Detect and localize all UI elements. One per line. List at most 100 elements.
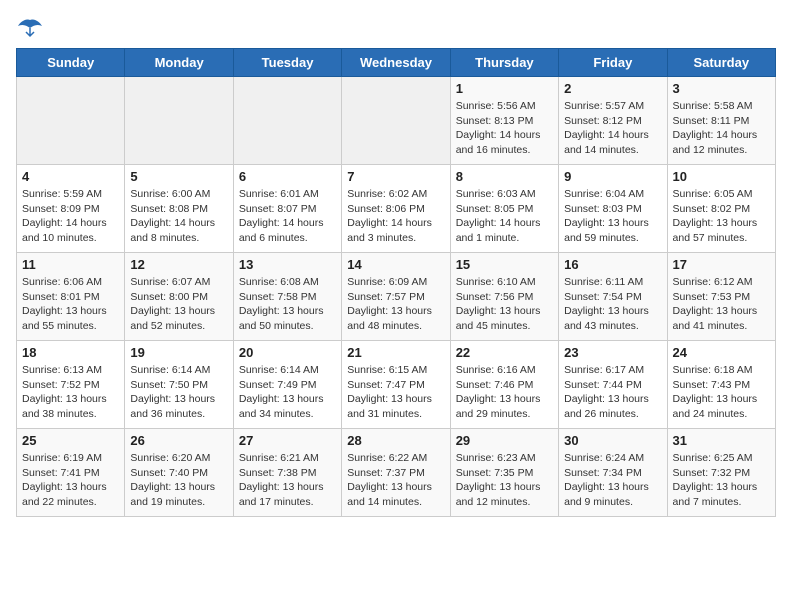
calendar-week-4: 18 Sunrise: 6:13 AM Sunset: 7:52 PM Dayli… [17,341,776,429]
day-number: 1 [456,81,553,96]
day-number: 26 [130,433,227,448]
day-number: 18 [22,345,119,360]
calendar-header: SundayMondayTuesdayWednesdayThursdayFrid… [17,49,776,77]
day-number: 9 [564,169,661,184]
day-number: 8 [456,169,553,184]
calendar-week-1: 1 Sunrise: 5:56 AM Sunset: 8:13 PM Daylig… [17,77,776,165]
day-info: Sunrise: 6:07 AM Sunset: 8:00 PM Dayligh… [130,275,227,334]
calendar-cell: 27Sunrise: 6:21 AM Sunset: 7:38 PM Dayli… [233,429,341,517]
day-info: Sunrise: 6:05 AM Sunset: 8:02 PM Dayligh… [673,187,770,246]
day-info: Sunrise: 6:15 AM Sunset: 7:47 PM Dayligh… [347,363,444,422]
day-number: 29 [456,433,553,448]
day-info: Sunrise: 6:18 AM Sunset: 7:43 PM Dayligh… [673,363,770,422]
day-number: 16 [564,257,661,272]
calendar-cell: 28Sunrise: 6:22 AM Sunset: 7:37 PM Dayli… [342,429,450,517]
calendar-cell: 1 Sunrise: 5:56 AM Sunset: 8:13 PM Daylig… [450,77,558,165]
day-number: 23 [564,345,661,360]
calendar-cell: 8 Sunrise: 6:03 AM Sunset: 8:05 PM Daylig… [450,165,558,253]
day-info: Sunrise: 6:16 AM Sunset: 7:46 PM Dayligh… [456,363,553,422]
day-number: 2 [564,81,661,96]
day-number: 30 [564,433,661,448]
day-number: 25 [22,433,119,448]
calendar-body: 1 Sunrise: 5:56 AM Sunset: 8:13 PM Daylig… [17,77,776,517]
day-info: Sunrise: 6:10 AM Sunset: 7:56 PM Dayligh… [456,275,553,334]
calendar-week-3: 11Sunrise: 6:06 AM Sunset: 8:01 PM Dayli… [17,253,776,341]
day-number: 7 [347,169,444,184]
day-number: 6 [239,169,336,184]
weekday-wednesday: Wednesday [342,49,450,77]
day-info: Sunrise: 6:06 AM Sunset: 8:01 PM Dayligh… [22,275,119,334]
day-info: Sunrise: 6:17 AM Sunset: 7:44 PM Dayligh… [564,363,661,422]
calendar-cell: 12 Sunrise: 6:07 AM Sunset: 8:00 PM Dayli… [125,253,233,341]
day-info: Sunrise: 6:02 AM Sunset: 8:06 PM Dayligh… [347,187,444,246]
day-info: Sunrise: 5:58 AM Sunset: 8:11 PM Dayligh… [673,99,770,158]
calendar-cell: 15 Sunrise: 6:10 AM Sunset: 7:56 PM Dayli… [450,253,558,341]
day-number: 22 [456,345,553,360]
weekday-monday: Monday [125,49,233,77]
day-info: Sunrise: 6:19 AM Sunset: 7:41 PM Dayligh… [22,451,119,510]
day-info: Sunrise: 6:09 AM Sunset: 7:57 PM Dayligh… [347,275,444,334]
day-number: 12 [130,257,227,272]
day-number: 17 [673,257,770,272]
calendar-cell: 3Sunrise: 5:58 AM Sunset: 8:11 PM Daylig… [667,77,775,165]
calendar-cell: 29 Sunrise: 6:23 AM Sunset: 7:35 PM Dayli… [450,429,558,517]
day-number: 20 [239,345,336,360]
calendar-cell: 2 Sunrise: 5:57 AM Sunset: 8:12 PM Daylig… [559,77,667,165]
calendar-cell: 30 Sunrise: 6:24 AM Sunset: 7:34 PM Dayli… [559,429,667,517]
day-info: Sunrise: 5:57 AM Sunset: 8:12 PM Dayligh… [564,99,661,158]
calendar-cell: 23 Sunrise: 6:17 AM Sunset: 7:44 PM Dayli… [559,341,667,429]
day-info: Sunrise: 6:21 AM Sunset: 7:38 PM Dayligh… [239,451,336,510]
day-info: Sunrise: 6:00 AM Sunset: 8:08 PM Dayligh… [130,187,227,246]
day-info: Sunrise: 6:04 AM Sunset: 8:03 PM Dayligh… [564,187,661,246]
logo [16,16,48,38]
calendar-cell: 18 Sunrise: 6:13 AM Sunset: 7:52 PM Dayli… [17,341,125,429]
weekday-tuesday: Tuesday [233,49,341,77]
day-number: 13 [239,257,336,272]
calendar-cell: 20 Sunrise: 6:14 AM Sunset: 7:49 PM Dayli… [233,341,341,429]
calendar-cell: 25 Sunrise: 6:19 AM Sunset: 7:41 PM Dayli… [17,429,125,517]
day-number: 15 [456,257,553,272]
day-number: 14 [347,257,444,272]
calendar-cell: 5Sunrise: 6:00 AM Sunset: 8:08 PM Daylig… [125,165,233,253]
calendar-cell: 16 Sunrise: 6:11 AM Sunset: 7:54 PM Dayli… [559,253,667,341]
day-info: Sunrise: 6:24 AM Sunset: 7:34 PM Dayligh… [564,451,661,510]
day-info: Sunrise: 6:25 AM Sunset: 7:32 PM Dayligh… [673,451,770,510]
logo-icon [16,16,44,38]
day-info: Sunrise: 6:23 AM Sunset: 7:35 PM Dayligh… [456,451,553,510]
calendar-week-2: 4Sunrise: 5:59 AM Sunset: 8:09 PM Daylig… [17,165,776,253]
weekday-header-row: SundayMondayTuesdayWednesdayThursdayFrid… [17,49,776,77]
calendar-cell: 26 Sunrise: 6:20 AM Sunset: 7:40 PM Dayli… [125,429,233,517]
day-info: Sunrise: 6:14 AM Sunset: 7:50 PM Dayligh… [130,363,227,422]
calendar-table: SundayMondayTuesdayWednesdayThursdayFrid… [16,48,776,517]
day-info: Sunrise: 5:56 AM Sunset: 8:13 PM Dayligh… [456,99,553,158]
day-info: Sunrise: 6:08 AM Sunset: 7:58 PM Dayligh… [239,275,336,334]
calendar-cell: 22 Sunrise: 6:16 AM Sunset: 7:46 PM Dayli… [450,341,558,429]
calendar-cell [125,77,233,165]
page-header [16,16,776,38]
calendar-cell: 7 Sunrise: 6:02 AM Sunset: 8:06 PM Daylig… [342,165,450,253]
calendar-cell [17,77,125,165]
day-info: Sunrise: 6:14 AM Sunset: 7:49 PM Dayligh… [239,363,336,422]
day-number: 31 [673,433,770,448]
day-info: Sunrise: 6:03 AM Sunset: 8:05 PM Dayligh… [456,187,553,246]
day-number: 19 [130,345,227,360]
day-info: Sunrise: 6:01 AM Sunset: 8:07 PM Dayligh… [239,187,336,246]
day-number: 24 [673,345,770,360]
calendar-cell: 14 Sunrise: 6:09 AM Sunset: 7:57 PM Dayli… [342,253,450,341]
day-info: Sunrise: 6:22 AM Sunset: 7:37 PM Dayligh… [347,451,444,510]
calendar-cell: 17 Sunrise: 6:12 AM Sunset: 7:53 PM Dayli… [667,253,775,341]
weekday-thursday: Thursday [450,49,558,77]
day-info: Sunrise: 6:13 AM Sunset: 7:52 PM Dayligh… [22,363,119,422]
day-info: Sunrise: 6:20 AM Sunset: 7:40 PM Dayligh… [130,451,227,510]
calendar-cell: 9 Sunrise: 6:04 AM Sunset: 8:03 PM Daylig… [559,165,667,253]
calendar-cell: 11Sunrise: 6:06 AM Sunset: 8:01 PM Dayli… [17,253,125,341]
weekday-sunday: Sunday [17,49,125,77]
weekday-friday: Friday [559,49,667,77]
day-info: Sunrise: 6:11 AM Sunset: 7:54 PM Dayligh… [564,275,661,334]
calendar-cell: 21Sunrise: 6:15 AM Sunset: 7:47 PM Dayli… [342,341,450,429]
day-info: Sunrise: 6:12 AM Sunset: 7:53 PM Dayligh… [673,275,770,334]
calendar-cell: 31 Sunrise: 6:25 AM Sunset: 7:32 PM Dayli… [667,429,775,517]
day-number: 10 [673,169,770,184]
calendar-cell: 4Sunrise: 5:59 AM Sunset: 8:09 PM Daylig… [17,165,125,253]
day-info: Sunrise: 5:59 AM Sunset: 8:09 PM Dayligh… [22,187,119,246]
